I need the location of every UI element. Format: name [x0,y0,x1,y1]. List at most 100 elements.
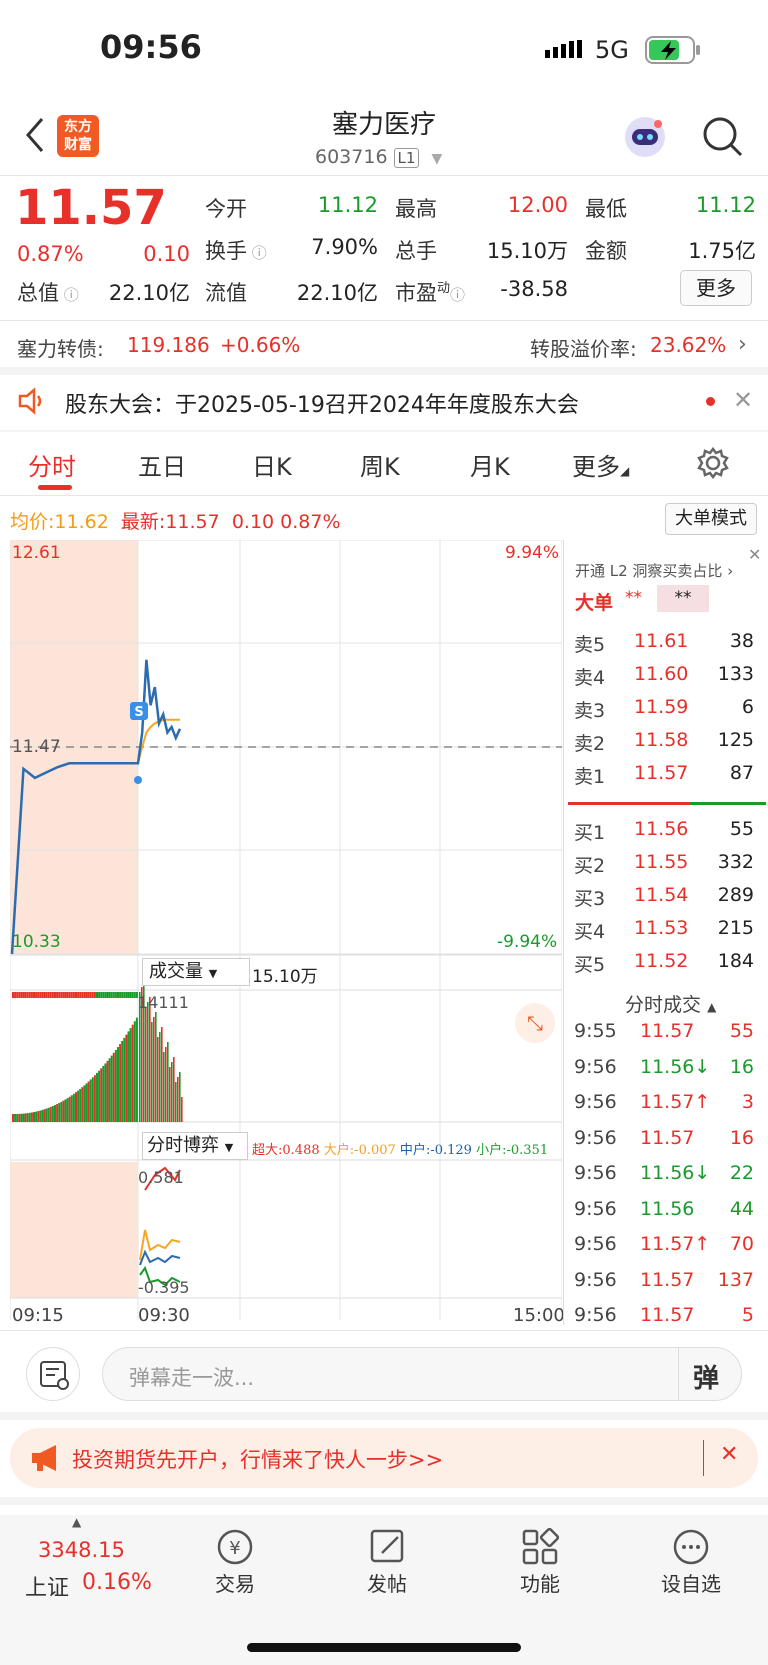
tab-week-k[interactable]: 周K [360,447,400,482]
volume-top-bar [104,992,107,998]
volume-bar [125,1034,128,1122]
low-value: 11.12 [695,193,756,217]
trade-icon[interactable]: ¥ [213,1527,257,1571]
volume-bar [167,1042,169,1122]
volume-top-bar [106,992,109,998]
game-selector[interactable]: 分时博弈 ▼ [142,1132,248,1160]
volume-top-bar [98,992,101,998]
volume-top-bar [49,992,52,998]
comment-input-box[interactable]: 弹幕走一波... 弹 [102,1347,742,1401]
volume-top-bar [37,992,40,998]
volume-max-label: 14111 [138,993,189,1012]
trade-row: 9:56 11.56↓ 16 [572,1056,762,1086]
notice-text[interactable]: 股东大会：于2025-05-19召开2024年年度股东大会 [65,387,579,419]
big-order-mode-button[interactable]: 大单模式 [665,503,757,535]
pe-label: 市盈动ⓘ [395,281,466,305]
info-icon[interactable]: ⓘ [247,244,267,262]
ad-divider [703,1440,704,1476]
close-icon[interactable]: ✕ [748,545,761,564]
ask-price: 11.59 [634,696,689,718]
volume-top-bar [22,992,25,998]
l2-link[interactable]: 开通 L2 洞察买卖占比 › [575,560,733,581]
ask-row[interactable]: 卖3 11.59 6 [572,696,762,726]
ask-row[interactable]: 卖2 11.58 125 [572,729,762,759]
bid-row[interactable]: 买3 11.54 289 [572,884,762,914]
index-name[interactable]: 上证 [25,1570,69,1602]
big-order-label: 大单 [575,592,614,614]
stock-code[interactable]: 603716 L1 ▼ [315,146,442,168]
total-mv-label: 总值 ⓘ [17,281,79,305]
volume-selector[interactable]: 成交量 ▼ [142,958,250,986]
volume-bar [81,1087,84,1122]
bid-row[interactable]: 买1 11.56 55 [572,818,762,848]
danmaku-toggle[interactable]: 弹 [693,1358,719,1395]
volume-bar [181,1097,183,1122]
nav-trade[interactable]: 交易 [180,1568,290,1597]
expand-icon[interactable]: ⤡ [515,1003,555,1043]
volume-bar [117,1047,119,1122]
ad-banner[interactable]: 投资期货先开户，行情来了快人一步>> ✕ [10,1428,758,1488]
bid-row[interactable]: 买5 11.52 184 [572,950,762,980]
tab-day-k[interactable]: 日K [252,447,292,482]
bond-label[interactable]: 塞力转债: [17,333,104,362]
ask-price: 11.57 [634,762,689,784]
robot-assistant-icon[interactable] [622,114,668,164]
volume-bar [104,1063,107,1122]
trade-row: 9:56 11.57↑ 3 [572,1091,762,1121]
volume-top-bar [70,992,73,998]
chevron-right-icon[interactable]: › [738,332,747,357]
nav-function[interactable]: 功能 [485,1568,595,1597]
tab-more[interactable]: 更多◢ [572,447,629,482]
info-icon[interactable]: ⓘ [59,286,79,304]
nav-add-watchlist[interactable]: 设自选 [636,1568,746,1597]
tab-month-k[interactable]: 月K [470,447,510,482]
ask-row[interactable]: 卖1 11.57 87 [572,762,762,792]
volume-bar [72,1093,75,1122]
function-icon[interactable] [520,1527,560,1571]
input-divider [678,1348,679,1400]
volume-bar [68,1096,71,1122]
tab-five-day[interactable]: 五日 [138,447,186,482]
comment-input[interactable]: 弹幕走一波... [129,1362,254,1392]
intraday-chart[interactable]: S [10,540,562,1320]
post-icon[interactable] [368,1527,408,1571]
more-button[interactable]: 更多 [680,270,752,306]
volume-bar [79,1088,82,1122]
close-icon[interactable]: ✕ [720,1442,738,1467]
ask-row[interactable]: 卖4 11.60 133 [572,663,762,693]
tab-intraday[interactable]: 分时 [28,447,76,482]
home-indicator [247,1643,521,1652]
comment-settings-icon[interactable] [26,1347,80,1401]
search-icon[interactable] [702,116,744,162]
info-icon[interactable]: ⓘ [450,286,465,304]
index-value[interactable]: 3348.15 [38,1538,125,1562]
gear-icon[interactable] [697,446,729,483]
more-dots-icon[interactable] [671,1527,711,1571]
trades-title[interactable]: 分时成交 ▲ [625,990,716,1017]
volume-top-bar [12,992,14,998]
volume-bar [41,1109,44,1122]
volume-top-bar [54,992,56,998]
game-pre-shade [10,1162,138,1298]
volume-value: 15.10万 [486,239,568,263]
volume-bar [151,1022,153,1122]
volume-bar [39,1110,42,1122]
ad-text[interactable]: 投资期货先开户，行情来了快人一步>> [72,1444,443,1474]
bid-row[interactable]: 买2 11.55 332 [572,851,762,881]
trade-volume: 16 [729,1055,754,1078]
volume-top-bar [123,992,126,998]
section-gap [0,1412,768,1420]
trade-time: 9:56 [574,1268,617,1291]
low-label: 最低 [585,197,627,221]
volume-bar [66,1098,69,1122]
bid-row[interactable]: 买4 11.53 215 [572,917,762,947]
volume-top-bar [93,992,96,998]
bid-price: 11.53 [634,917,689,939]
volume-bar [22,1113,25,1122]
index-pct[interactable]: 0.16% [82,1570,152,1595]
close-icon[interactable]: ✕ [733,386,753,414]
nav-post[interactable]: 发帖 [332,1568,442,1597]
volume-bar [98,1070,101,1122]
ask-row[interactable]: 卖5 11.61 38 [572,630,762,660]
volume-top-bar [68,992,71,998]
